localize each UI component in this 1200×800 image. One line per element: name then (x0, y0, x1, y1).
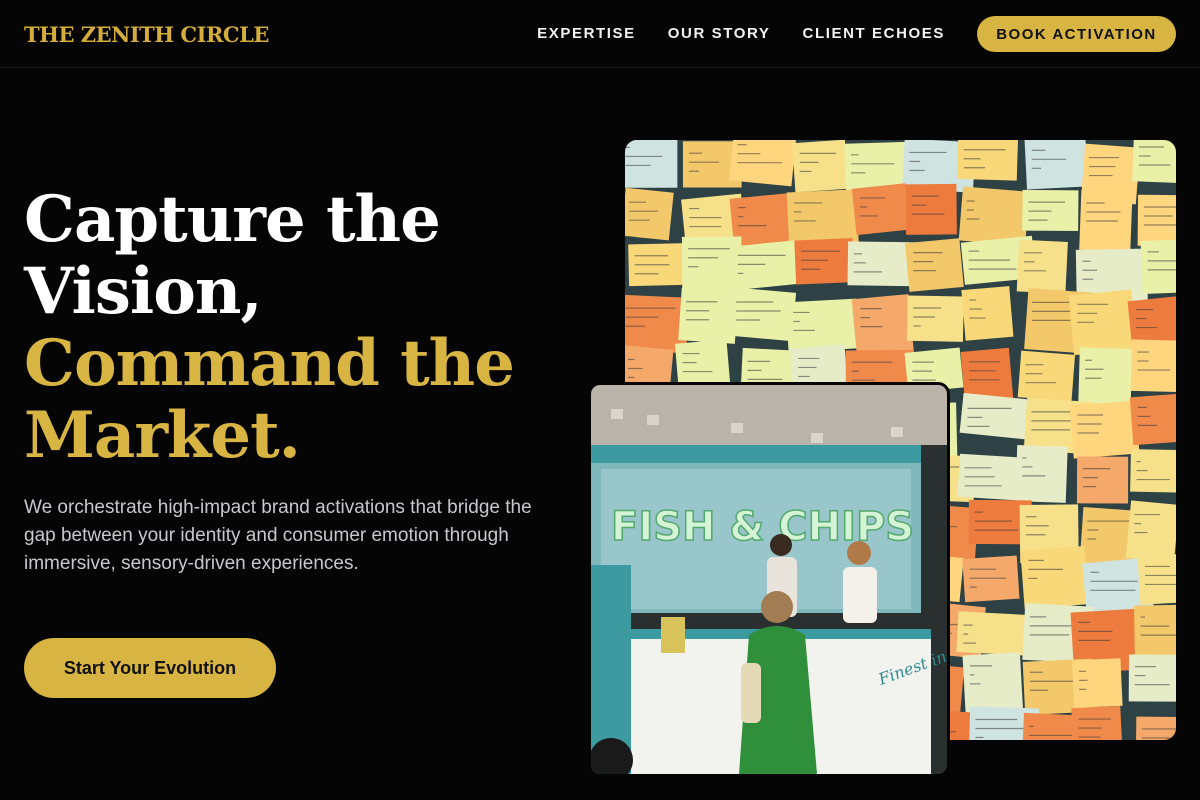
nav-link-expertise[interactable]: EXPERTISE (537, 25, 636, 42)
food-truck-image: FISH & CHIPS Finest in London (588, 382, 950, 777)
nav-links: EXPERTISE OUR STORY CLIENT ECHOES (537, 25, 945, 42)
top-navbar: THE ZENITH CIRCLE EXPERTISE OUR STORY CL… (0, 0, 1200, 68)
brand-logo[interactable]: THE ZENITH CIRCLE (24, 22, 269, 47)
headline-line-3: Command the (24, 326, 515, 401)
food-truck-illustration: FISH & CHIPS Finest in London (591, 385, 947, 774)
headline-line-4: Market. (24, 398, 301, 473)
hero-headline: Capture the Vision, Command the Market. (24, 184, 564, 472)
headline-line-1: Capture the (24, 182, 441, 257)
hero-description: We orchestrate high-impact brand activat… (24, 497, 532, 574)
headline-line-2: Vision, (24, 254, 263, 329)
nav-link-our-story[interactable]: OUR STORY (668, 25, 771, 42)
truck-sign-text: FISH & CHIPS (611, 504, 914, 550)
nav-link-client-echoes[interactable]: CLIENT ECHOES (803, 25, 945, 42)
book-activation-button[interactable]: BOOK ACTIVATION (977, 16, 1176, 52)
start-evolution-button[interactable]: Start Your Evolution (24, 638, 276, 698)
